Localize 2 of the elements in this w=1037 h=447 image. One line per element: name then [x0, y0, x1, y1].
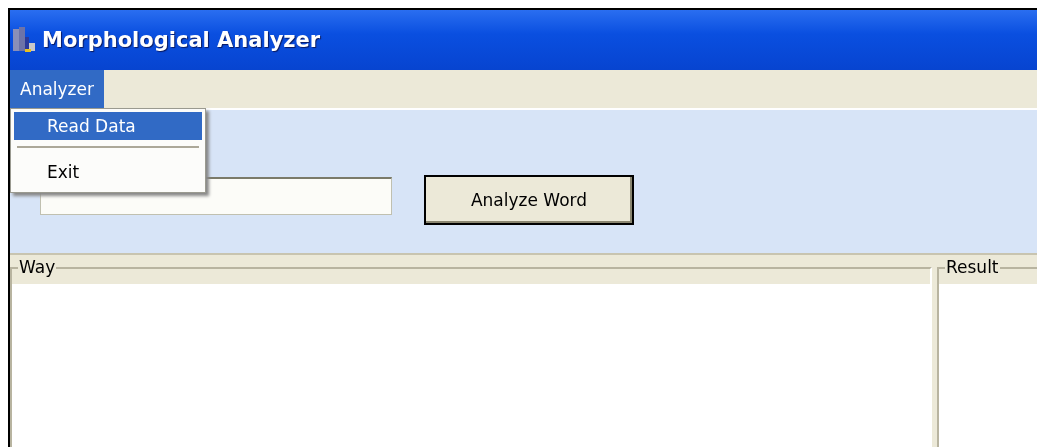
window-title: Morphological Analyzer	[42, 28, 321, 52]
group-label: Way	[18, 257, 57, 277]
